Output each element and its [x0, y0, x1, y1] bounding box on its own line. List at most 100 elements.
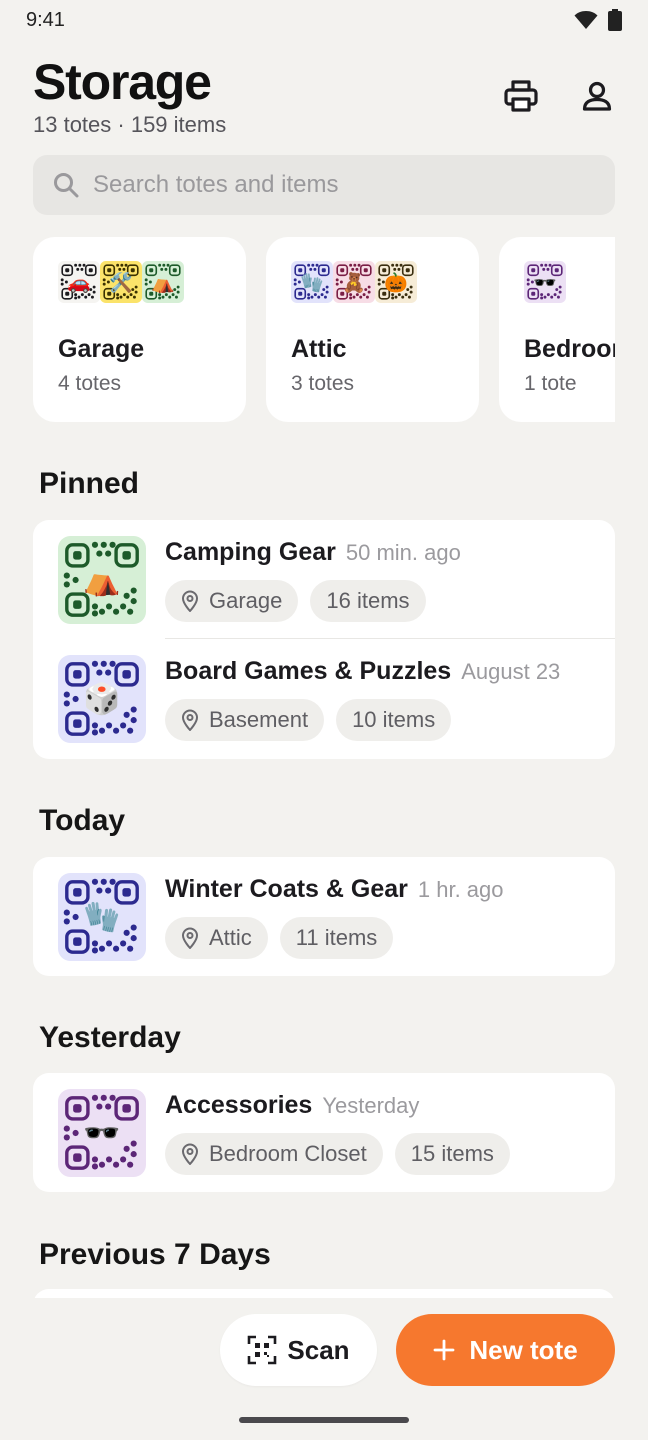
location-emoji-icon: ⛺ [151, 273, 175, 294]
tote-chips: Garage 16 items [165, 580, 426, 622]
tote-qr-code: 🎲 [58, 655, 146, 743]
tote-qr-code: 🕶️ [58, 1089, 146, 1177]
location-emoji-icon: 🚗 [67, 273, 91, 294]
item-count-chip[interactable]: 16 items [310, 580, 426, 622]
tote-chips: Attic 11 items [165, 917, 394, 959]
location-tote-count: 1 tote [524, 372, 577, 395]
search-icon [54, 173, 79, 198]
scan-label: Scan [287, 1334, 350, 1365]
tote-emoji-icon: 🎲 [83, 682, 121, 716]
location-pin-icon [181, 709, 199, 731]
plus-icon [433, 1339, 455, 1361]
location-qr-thumbnail: 🎃 [375, 261, 417, 305]
location-chip[interactable]: Garage [165, 580, 299, 622]
profile-button[interactable] [579, 78, 615, 114]
status-icons [574, 9, 622, 31]
tote-emoji-icon: ⛺ [83, 563, 121, 597]
tote-title: Accessories [165, 1091, 313, 1119]
location-chip-label: Bedroom Closet [209, 1141, 367, 1166]
section-title-previous: Previous 7 Days [39, 1238, 271, 1271]
tote-row[interactable]: ⛺ Camping Gear 50 min. ago Garage 16 item… [33, 520, 615, 639]
tote-title: Camping Gear [165, 538, 336, 566]
tote-title: Board Games & Puzzles [165, 657, 452, 685]
location-chip[interactable]: Basement [165, 699, 325, 741]
person-icon [582, 81, 612, 111]
printer-icon [504, 80, 538, 112]
location-card-attic[interactable]: 🧤 🧸 🎃 Attic 3 totes [266, 237, 479, 422]
location-emoji-icon: 🕶️ [533, 273, 557, 294]
location-pin-icon [181, 927, 199, 949]
section-title-yesterday: Yesterday [39, 1021, 181, 1054]
search-bar[interactable] [33, 155, 615, 215]
tote-name: Winter Coats & Gear 1 hr. ago [165, 875, 504, 904]
location-qr-thumbnail: 🛠️ [100, 261, 142, 305]
item-count-chip[interactable]: 11 items [279, 917, 394, 959]
location-qr-thumbnail: 🕶️ [524, 261, 566, 305]
location-chip[interactable]: Attic [165, 917, 268, 959]
tote-timestamp: Yesterday [322, 1093, 420, 1118]
location-qr-stack: 🕶️ [524, 261, 615, 305]
location-pin-icon [181, 590, 199, 612]
tote-row[interactable]: 🕶️ Accessories Yesterday Bedroom Closet 1… [33, 1073, 615, 1192]
location-chip-label: Basement [209, 707, 309, 732]
tote-chips: Basement 10 items [165, 699, 452, 741]
location-emoji-icon: 🧸 [342, 273, 366, 294]
location-chip-label: Garage [209, 588, 283, 613]
location-pin-icon [181, 1143, 199, 1165]
tote-row[interactable]: 🎲 Board Games & Puzzles August 23 Basemen… [33, 639, 615, 758]
status-time: 9:41 [26, 8, 65, 31]
location-card-bedroom[interactable]: 🕶️ Bedroom 1 tote [499, 237, 615, 422]
tote-timestamp: 1 hr. ago [417, 877, 504, 902]
tote-name: Board Games & Puzzles August 23 [165, 657, 560, 686]
today-card: 🧤 Winter Coats & Gear 1 hr. ago Attic 11 … [33, 857, 615, 976]
tote-chips: Bedroom Closet 15 items [165, 1133, 510, 1175]
tote-timestamp: 50 min. ago [345, 540, 461, 565]
item-count-chip[interactable]: 15 items [394, 1133, 510, 1175]
location-emoji-icon: 🛠️ [109, 273, 133, 294]
yesterday-card: 🕶️ Accessories Yesterday Bedroom Closet 1… [33, 1073, 615, 1192]
location-tote-count: 4 totes [58, 372, 122, 395]
location-chip-label: Attic [209, 925, 252, 950]
section-title-today: Today [39, 804, 126, 837]
battery-icon [608, 9, 622, 31]
tote-title: Winter Coats & Gear [165, 875, 408, 903]
scan-button[interactable]: Scan [220, 1314, 377, 1386]
location-chip[interactable]: Bedroom Closet [165, 1133, 383, 1175]
new-tote-label: New tote [469, 1334, 578, 1365]
pinned-card: ⛺ Camping Gear 50 min. ago Garage 16 item… [33, 520, 615, 759]
tote-name: Accessories Yesterday [165, 1091, 419, 1120]
location-emoji-icon: 🧤 [300, 273, 324, 294]
location-card-garage[interactable]: 🚗 🛠️ ⛺ Garage 4 totes [33, 237, 246, 422]
location-name: Attic [291, 335, 347, 363]
tote-row[interactable]: 🧤 Winter Coats & Gear 1 hr. ago Attic 11 … [33, 857, 615, 976]
location-qr-stack: 🚗 🛠️ ⛺ [58, 261, 221, 305]
tote-emoji-icon: 🧤 [83, 900, 121, 934]
print-button[interactable] [503, 78, 539, 114]
status-bar: 9:41 [0, 0, 648, 40]
location-carousel[interactable]: 🚗 🛠️ ⛺ Garage 4 totes 🧤 🧸 🎃 Attic 3 totes 🕶️… [33, 237, 615, 423]
location-qr-stack: 🧤 🧸 🎃 [291, 261, 454, 305]
home-indicator[interactable] [239, 1417, 409, 1423]
qr-scan-icon [248, 1335, 277, 1365]
location-qr-thumbnail: 🧸 [333, 261, 375, 305]
section-title-pinned: Pinned [39, 467, 140, 500]
location-qr-thumbnail: 🚗 [58, 261, 100, 305]
header-actions [503, 78, 615, 114]
tote-qr-code: 🧤 [58, 873, 146, 961]
page-subtitle: 13 totes · 159 items [33, 112, 227, 137]
location-name: Bedroom [524, 335, 615, 363]
tote-qr-code: ⛺ [58, 536, 146, 624]
tote-name: Camping Gear 50 min. ago [165, 538, 461, 567]
item-count-chip[interactable]: 10 items [336, 699, 452, 741]
tote-timestamp: August 23 [461, 659, 561, 684]
search-input[interactable] [93, 171, 573, 199]
location-qr-thumbnail: ⛺ [142, 261, 184, 305]
location-emoji-icon: 🎃 [384, 273, 408, 294]
location-tote-count: 3 totes [291, 372, 355, 395]
wifi-icon [574, 11, 598, 29]
header: Storage 13 totes · 159 items [33, 54, 615, 144]
location-name: Garage [58, 335, 145, 363]
location-qr-thumbnail: 🧤 [291, 261, 333, 305]
new-tote-button[interactable]: New tote [396, 1314, 615, 1386]
tote-emoji-icon: 🕶️ [83, 1116, 121, 1150]
